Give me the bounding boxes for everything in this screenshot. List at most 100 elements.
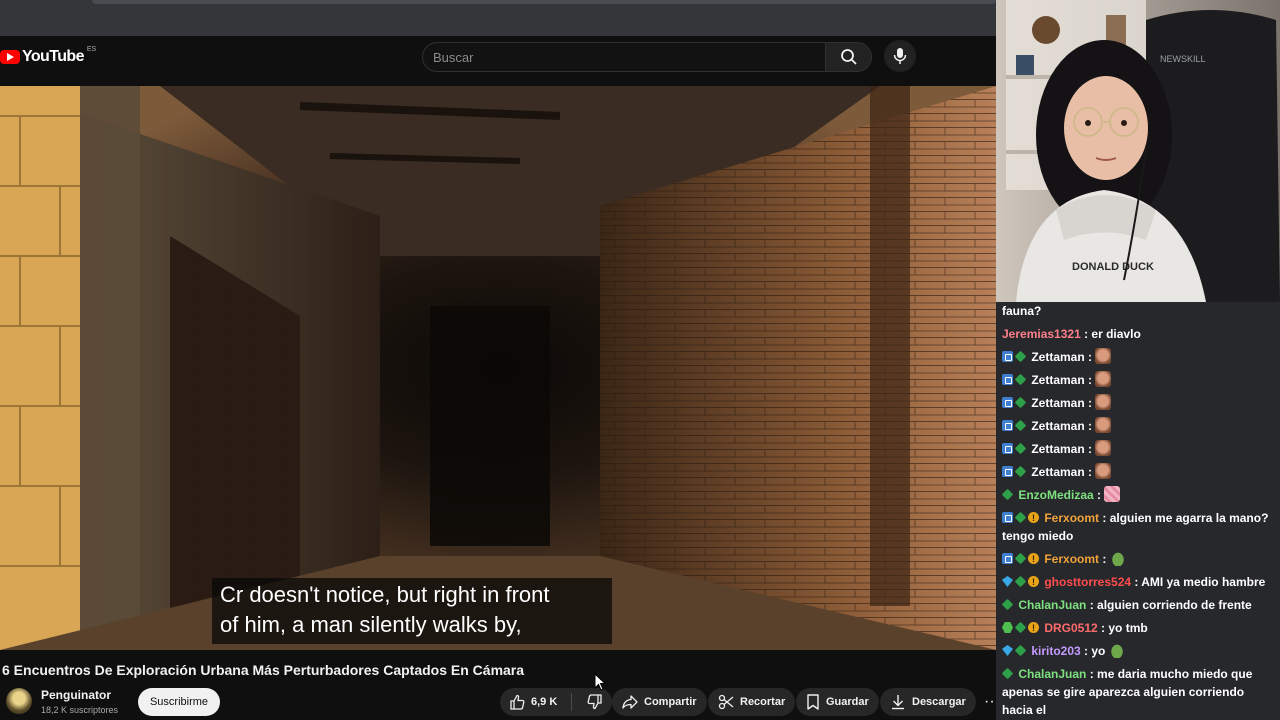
download-label: Descargar (912, 696, 966, 708)
verified-badge-icon (1014, 396, 1027, 409)
face-emote-icon (1095, 394, 1112, 410)
frog-emote-icon (1108, 642, 1125, 658)
chat-text: fauna? (1002, 304, 1042, 318)
alert-badge-icon (1028, 550, 1039, 568)
moderator-badge-icon (1002, 420, 1013, 431)
chair-brand-text: NEWSKILL (1160, 54, 1206, 64)
chat-username[interactable]: Zettaman (1031, 373, 1084, 387)
chat-text: : (1084, 465, 1096, 479)
video-player[interactable]: Cr doesn't notice, but right in front of… (0, 86, 996, 650)
chat-username[interactable]: kirito203 (1031, 644, 1080, 658)
chat-username[interactable]: Zettaman (1031, 350, 1084, 364)
bookmark-icon (807, 694, 819, 710)
thumbs-up-icon (510, 694, 525, 710)
moderator-badge-icon (1002, 443, 1013, 454)
chat-username[interactable]: Zettaman (1031, 442, 1084, 456)
chat-username[interactable]: Ferxoomt (1044, 552, 1099, 566)
download-icon (892, 695, 904, 710)
chat-text: : er diavlo (1080, 327, 1141, 341)
chat-message: Ferxoomt : alguien me agarra la mano? te… (1002, 509, 1276, 545)
verified-badge-icon (1014, 552, 1027, 565)
webcam-scene: NEWSKILL DONALD DUCK (996, 0, 1280, 302)
verified-badge-icon (1001, 667, 1014, 680)
browser-toolbar (0, 0, 996, 36)
search-input[interactable] (423, 43, 825, 71)
hexagon-badge-icon (1002, 622, 1013, 633)
face-emote-icon (1095, 440, 1112, 456)
clip-label: Recortar (740, 696, 786, 708)
chat-message: Zettaman : (1002, 440, 1276, 458)
chat-username[interactable]: Zettaman (1031, 465, 1084, 479)
chat-username[interactable]: ChalanJuan (1018, 667, 1086, 681)
save-label: Guardar (826, 696, 869, 708)
stream-chat: fauna? Jeremias1321 : er diavlo Zettaman … (996, 302, 1280, 720)
verified-badge-icon (1014, 621, 1027, 634)
stream-screen: YouTube ES Buscar Cr doesn't notice, but… (0, 0, 1280, 720)
chat-message: DRG0512 : yo tmb (1002, 619, 1276, 637)
search-box (422, 42, 826, 72)
dislike-button[interactable] (578, 688, 611, 716)
chat-message: Zettaman : (1002, 348, 1276, 366)
chat-username[interactable]: Jeremias1321 (1002, 327, 1081, 341)
save-button[interactable]: Guardar (796, 688, 879, 716)
scissors-icon (718, 694, 734, 710)
chat-username[interactable]: Zettaman (1031, 419, 1084, 433)
subscribe-button[interactable]: Suscribirme (138, 688, 220, 716)
video-subtitle: Cr doesn't notice, but right in front of… (212, 578, 612, 644)
chat-text: : yo (1080, 644, 1109, 658)
youtube-logo-text: YouTube (22, 48, 84, 65)
chat-text: : (1084, 419, 1096, 433)
browser-tab-strip (92, 0, 996, 4)
verified-badge-icon (1014, 511, 1027, 524)
moderator-badge-icon (1002, 351, 1013, 362)
chat-username[interactable]: EnzoMedizaa (1018, 488, 1093, 502)
chat-text: : (1084, 373, 1096, 387)
moderator-badge-icon (1002, 553, 1013, 564)
chat-username[interactable]: ghosttorres524 (1044, 575, 1131, 589)
chat-username[interactable]: DRG0512 (1044, 621, 1097, 635)
chat-text: : (1084, 350, 1096, 364)
alert-badge-icon (1028, 573, 1039, 591)
voice-search-button[interactable] (884, 40, 916, 72)
gem-badge-icon (1002, 576, 1013, 587)
chat-message: Zettaman : (1002, 463, 1276, 481)
chat-username[interactable]: Ferxoomt (1044, 511, 1099, 525)
streamer-webcam: NEWSKILL DONALD DUCK (996, 0, 1280, 302)
channel-name[interactable]: Penguinator (41, 688, 111, 702)
face-emote-icon (1095, 348, 1112, 364)
chat-message: kirito203 : yo (1002, 642, 1276, 660)
youtube-logo[interactable]: YouTube ES (0, 46, 96, 66)
clip-button[interactable]: Recortar (708, 688, 796, 716)
channel-subscriber-count: 18,2 K suscriptores (41, 705, 119, 715)
face-emote-icon (1095, 371, 1112, 387)
alert-badge-icon (1028, 509, 1039, 527)
chat-message: Zettaman : (1002, 394, 1276, 412)
chat-text: : AMI ya medio hambre (1131, 575, 1266, 589)
verified-badge-icon (1014, 575, 1027, 588)
verified-badge-icon (1014, 350, 1027, 363)
download-button[interactable]: Descargar (880, 688, 976, 716)
chat-username[interactable]: ChalanJuan (1018, 598, 1086, 612)
chat-message: Zettaman : (1002, 371, 1276, 389)
chat-message: Zettaman : (1002, 417, 1276, 435)
chat-username[interactable]: Zettaman (1031, 396, 1084, 410)
share-button[interactable]: Compartir (612, 688, 707, 716)
chat-message: EnzoMedizaa : (1001, 486, 1276, 504)
microphone-icon (893, 48, 907, 64)
chat-message: Jeremias1321 : er diavlo (1002, 325, 1276, 343)
chat-text: : (1084, 442, 1096, 456)
chat-message: ghosttorres524 : AMI ya medio hambre (1002, 573, 1276, 591)
chat-message: fauna? (1002, 302, 1276, 320)
thumbs-down-icon (587, 694, 602, 710)
moderator-badge-icon (1002, 512, 1013, 523)
mouse-cursor-icon (594, 673, 606, 691)
verified-badge-icon (1014, 465, 1027, 478)
channel-avatar[interactable] (6, 688, 32, 714)
like-button[interactable]: 6,9 K (500, 688, 565, 716)
like-count: 6,9 K (531, 696, 558, 708)
like-divider (571, 693, 573, 711)
chat-message: ChalanJuan : alguien corriendo de frente (1001, 596, 1276, 614)
search-button[interactable] (826, 42, 872, 72)
youtube-play-icon (0, 50, 20, 64)
alert-badge-icon (1028, 619, 1039, 637)
